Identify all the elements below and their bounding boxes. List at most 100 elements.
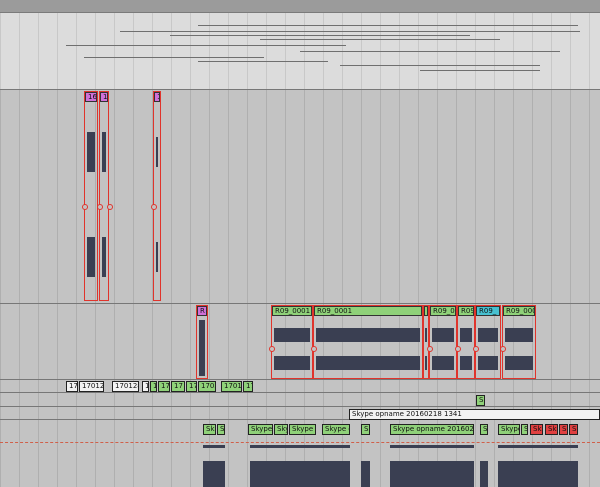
clip-label: 160 <box>85 92 97 102</box>
audio-clip[interactable]: R09_0001 <box>269 305 313 379</box>
fade-handle[interactable] <box>107 204 113 210</box>
waveform <box>432 356 454 370</box>
clip-label: 1 <box>154 92 160 102</box>
waveform <box>156 242 158 272</box>
track-separator <box>0 379 600 380</box>
clip[interactable]: 17 <box>186 381 197 392</box>
audio-clip[interactable]: R09 <box>455 305 475 379</box>
waveform <box>425 328 427 342</box>
clip[interactable]: Skype <box>289 424 316 435</box>
audio-clip[interactable]: 160 <box>82 91 98 301</box>
waveform <box>102 132 106 172</box>
overview-line <box>340 65 540 66</box>
audio-clip[interactable]: R09_ <box>473 305 501 379</box>
clip[interactable]: S <box>217 424 225 435</box>
clip-label: R09_0001 <box>503 306 535 316</box>
clip[interactable]: 17 <box>171 381 185 392</box>
clip[interactable]: 17012 <box>79 381 104 392</box>
fade-handle[interactable] <box>455 346 461 352</box>
clip[interactable]: S <box>476 395 485 406</box>
track-divider-dashed <box>0 442 600 443</box>
clip-label: R09_0001 <box>272 306 312 316</box>
waveform <box>361 461 370 487</box>
fade-handle[interactable] <box>311 346 317 352</box>
audio-clip[interactable]: R <box>196 305 208 379</box>
waveform <box>199 320 205 376</box>
track-separator <box>0 392 600 393</box>
waveform <box>498 461 578 487</box>
clip[interactable]: 170128 <box>112 381 139 392</box>
clip[interactable]: S <box>480 424 488 435</box>
clip[interactable]: Skype o <box>322 424 350 435</box>
clip[interactable]: Skype opname 20160218 1341 <box>349 409 600 420</box>
audio-clip[interactable]: 1 <box>151 91 161 301</box>
waveform <box>203 461 225 487</box>
clip-label: R09 <box>458 306 474 316</box>
waveform <box>87 132 95 172</box>
waveform <box>425 356 427 370</box>
title-bar <box>0 0 600 12</box>
waveform <box>274 328 310 342</box>
clip[interactable]: Sk <box>530 424 543 435</box>
fade-handle[interactable] <box>97 204 103 210</box>
overview-line <box>198 25 578 26</box>
clip[interactable]: 1702 <box>198 381 216 392</box>
clip[interactable]: Sk <box>545 424 558 435</box>
overview-line <box>170 35 470 36</box>
clip[interactable]: 17 <box>243 381 253 392</box>
track-separator <box>0 303 600 304</box>
arrangement-tracks[interactable]: 160 16 1 R R09_0001 R09_0001 R <box>0 89 600 487</box>
fade-handle[interactable] <box>269 346 275 352</box>
fade-handle[interactable] <box>500 346 506 352</box>
overview-line <box>260 39 500 40</box>
waveform <box>480 461 488 487</box>
track-separator <box>0 89 600 90</box>
audio-clip[interactable]: R09_0001 <box>500 305 536 379</box>
waveform <box>390 461 474 487</box>
clip[interactable]: 17 <box>66 381 78 392</box>
waveform <box>478 328 498 342</box>
waveform <box>478 356 498 370</box>
clip-label: 16 <box>100 92 108 102</box>
clip[interactable]: 1 <box>142 381 149 392</box>
clip[interactable]: Skype opname 20160218 <box>390 424 474 435</box>
waveform <box>250 461 350 487</box>
clip[interactable]: S <box>559 424 568 435</box>
waveform <box>432 328 454 342</box>
clip[interactable]: 17012 <box>221 381 242 392</box>
waveform <box>460 356 472 370</box>
fade-handle[interactable] <box>151 204 157 210</box>
clip-label: R09_00 <box>430 306 456 316</box>
waveform <box>460 328 472 342</box>
audio-clip[interactable]: R09_0001 <box>311 305 423 379</box>
clip[interactable]: S <box>569 424 578 435</box>
fade-handle[interactable] <box>473 346 479 352</box>
clip[interactable]: Sk <box>203 424 216 435</box>
waveform <box>156 137 158 167</box>
clip[interactable]: S <box>361 424 370 435</box>
waveform <box>316 356 420 370</box>
waveform <box>505 328 533 342</box>
waveform <box>203 445 225 448</box>
clip[interactable]: 1 <box>150 381 157 392</box>
clip-label: R09_ <box>476 306 500 316</box>
clip[interactable]: Skype <box>498 424 520 435</box>
waveform <box>390 445 474 448</box>
overview-line <box>66 45 346 46</box>
overview-line <box>120 31 580 32</box>
clip[interactable]: Sky <box>274 424 288 435</box>
fade-handle[interactable] <box>82 204 88 210</box>
clip[interactable]: S <box>521 424 528 435</box>
audio-clip[interactable]: R09_00 <box>427 305 457 379</box>
clip[interactable]: Skype <box>248 424 273 435</box>
clip-label: R09_0001 <box>314 306 422 316</box>
overview-line <box>300 51 560 52</box>
overview-line <box>420 70 540 71</box>
waveform <box>87 237 95 277</box>
arrangement-overview[interactable] <box>0 13 600 89</box>
fade-handle[interactable] <box>427 346 433 352</box>
overview-line <box>198 61 328 62</box>
clip-label: R <box>197 306 207 316</box>
clip[interactable]: 17 <box>158 381 170 392</box>
audio-clip[interactable]: 16 <box>97 91 113 301</box>
